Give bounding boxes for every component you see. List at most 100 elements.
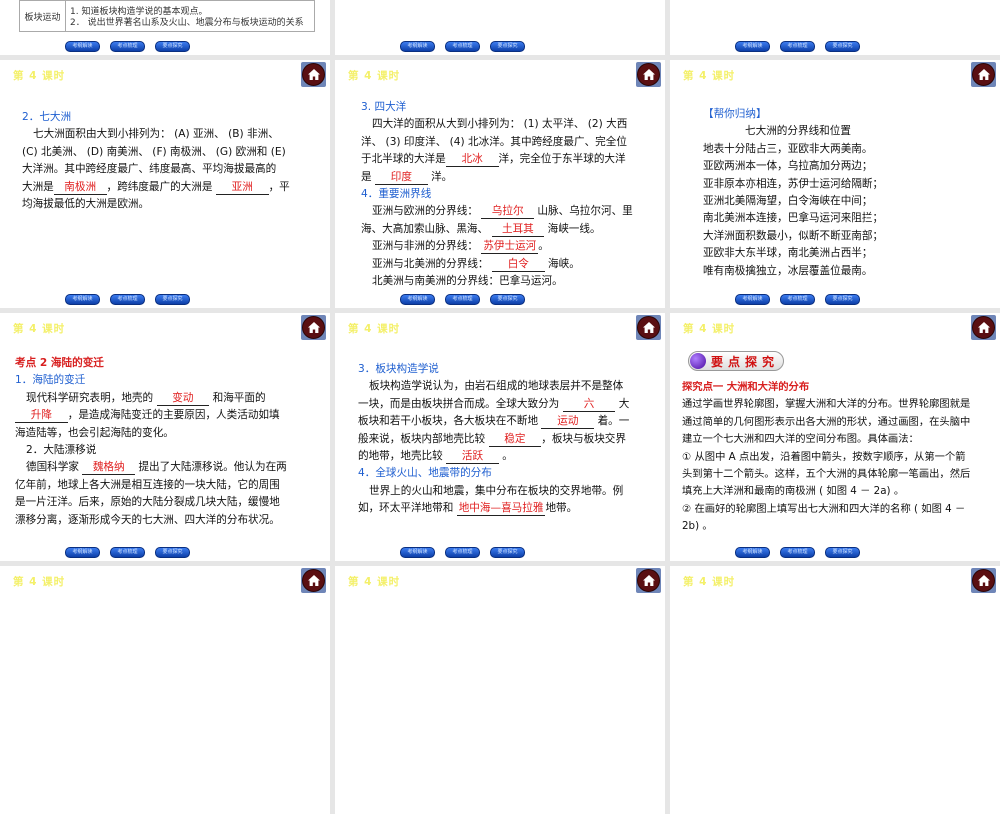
text-segment: 亚欧两洲本一体，乌拉高加分两边；	[703, 160, 873, 173]
slide-key-points[interactable]: 要点探究 探究点一 大洲和大洋的分布 通过学画世界轮廓图，掌握大洲和大洋的分布。世…	[670, 313, 1000, 561]
answer-blank: 南极洲	[53, 181, 107, 195]
slide-bottom-3[interactable]: 第 4 课时	[670, 566, 1000, 814]
section-heading: 考点 2 海陆的变迁	[15, 355, 325, 372]
slide-oceans[interactable]: 3. 四大洋四大洋的面积从大到小排列为： (1) 太平洋、 (2) 大西洋、 (…	[335, 60, 665, 308]
text-line: 一块，而是由板块拼合而成。全球大致分为 六 大	[358, 396, 658, 413]
text-segment: 板块和若干小板块，各大板块在不断地	[358, 415, 542, 428]
answer-blank: 乌拉尔	[481, 205, 535, 220]
nav-button-1[interactable]: 考纲解读	[735, 294, 770, 305]
nav-button-3[interactable]: 要点探究	[490, 294, 525, 305]
text-segment: 通过学画世界轮廓图，掌握大洲和大洋的分布。世界轮廓图就是	[682, 398, 971, 411]
home-icon	[302, 63, 325, 86]
nav-button-1[interactable]: 考纲解读	[735, 41, 770, 52]
home-button[interactable]	[636, 568, 661, 593]
home-icon	[637, 569, 660, 592]
section-heading: 4．重要洲界线	[361, 186, 661, 203]
nav-button-1[interactable]: 考纲解读	[65, 547, 100, 558]
nav-button-2[interactable]: 考点梳理	[780, 547, 815, 558]
home-button[interactable]	[301, 62, 326, 87]
text-segment: 山脉、乌拉尔河、里	[534, 205, 633, 218]
section-heading: 【帮你归纳】	[703, 106, 893, 123]
slide-content: 3．板块构造学说板块构造学说认为，由岩石组成的地球表层并不是整体一块，而是由板块…	[358, 361, 658, 518]
text-segment: ① 从图中 A 点出发，沿着图中箭头，按数字顺序，从第一个箭	[682, 450, 966, 463]
slide-plate-tectonics[interactable]: 3．板块构造学说板块构造学说认为，由岩石组成的地球表层并不是整体一块，而是由板块…	[335, 313, 665, 561]
nav-button-3[interactable]: 要点探究	[490, 41, 525, 52]
text-segment: 亚洲与欧洲的分界线：	[372, 205, 482, 218]
answer-blank: 北冰	[445, 153, 499, 168]
text-line: ② 在画好的轮廓图上填写出七大洲和四大洋的名称 ( 如图 4 －	[682, 501, 997, 518]
text-segment: 四大洋的面积从大到小排列为： (1) 太平洋、 (2) 大西	[372, 118, 628, 131]
text-segment: 洋、 (3) 印度洋、 (4) 北冰洋。其中跨经度最广、完全位	[361, 135, 627, 148]
text-segment: 地表十分陆占三，亚欧非大两美南。	[703, 142, 873, 155]
text-line: 七大洲面积由大到小排列为： (A) 亚洲、 (B) 非洲、	[22, 126, 322, 143]
home-icon	[972, 316, 995, 339]
slide-land-sea-change[interactable]: 考点 2 海陆的变迁 1．海陆的变迁 现代科学研究表明，地壳的 变动 和海平面的升…	[0, 313, 330, 561]
nav-button-2[interactable]: 考点梳理	[110, 294, 145, 305]
home-button[interactable]	[301, 315, 326, 340]
nav-button-1[interactable]: 考纲解读	[400, 294, 435, 305]
text-line: 亚非原本亦相连，苏伊士运河给隔断；	[703, 176, 893, 193]
nav-button-2[interactable]: 考点梳理	[110, 41, 145, 52]
nav-button-2[interactable]: 考点梳理	[780, 294, 815, 305]
home-button[interactable]	[301, 568, 326, 593]
nav-button-1[interactable]: 考纲解读	[400, 547, 435, 558]
slide-content: 2．七大洲 七大洲面积由大到小排列为： (A) 亚洲、 (B) 非洲、 (C) 北美…	[22, 109, 322, 213]
text-segment: 大洋洲面积数最小，似断不断亚南部；	[703, 229, 884, 242]
nav-button-1[interactable]: 考纲解读	[65, 294, 100, 305]
home-button[interactable]	[636, 315, 661, 340]
nav-button-2[interactable]: 考点梳理	[445, 41, 480, 52]
slide-summary[interactable]: 【帮你归纳】七大洲的分界线和位置地表十分陆占三，亚欧非大两美南。 亚欧两洲本一体，…	[670, 60, 1000, 308]
slide-bottom-1[interactable]: 第 4 课时	[0, 566, 330, 814]
nav-button-1[interactable]: 考纲解读	[400, 41, 435, 52]
text-segment: 一块，而是由板块拼合而成。全球大致分为	[358, 397, 563, 410]
nav-button-2[interactable]: 考点梳理	[110, 547, 145, 558]
nav-button-2[interactable]: 考点梳理	[780, 41, 815, 52]
nav-button-3[interactable]: 要点探究	[490, 547, 525, 558]
home-button[interactable]	[971, 62, 996, 87]
home-button[interactable]	[636, 62, 661, 87]
nav-button-1[interactable]: 考纲解读	[65, 41, 100, 52]
text-segment: 是	[361, 170, 375, 183]
nav-button-3[interactable]: 要点探究	[155, 41, 190, 52]
text-segment: 3. 四大洋	[361, 101, 407, 113]
text-segment: 唯有南极擒独立，冰层覆盖位最南。	[703, 264, 873, 277]
slide-top-1: 板块运动 1. 知道板块构造学说的基本观点。 2． 说出世界著名山系及火山、地震…	[0, 0, 330, 55]
text-line: 如，环太平洋地带和 地中海—喜马拉雅 地带。	[358, 500, 658, 517]
text-segment: 是一片汪洋。后来，原始的大陆分裂成几块大陆，缓慢地	[15, 496, 280, 509]
text-segment: 。	[498, 449, 513, 462]
nav-button-2[interactable]: 考点梳理	[445, 294, 480, 305]
text-segment: 3．板块构造学说	[358, 363, 439, 375]
text-segment: 亚洲与北美洲的分界线：	[372, 257, 492, 270]
nav-button-3[interactable]: 要点探究	[155, 294, 190, 305]
nav-button-2[interactable]: 考点梳理	[445, 547, 480, 558]
home-icon	[302, 316, 325, 339]
slide-title: 第 4 课时	[348, 576, 401, 588]
text-segment: 板块构造学说认为，由岩石组成的地球表层并不是整体	[369, 380, 624, 393]
text-line: 的地带，地壳比较 活跃 。	[358, 448, 658, 465]
slide-title: 第 4 课时	[13, 576, 66, 588]
text-segment: 现代科学研究表明，地壳的	[26, 391, 157, 404]
text-line: 洋、 (3) 印度洋、 (4) 北冰洋。其中跨经度最广、完全位	[361, 134, 661, 151]
text-segment: 七大洲的分界线和位置	[745, 125, 851, 138]
slide-continents[interactable]: 2．七大洲 七大洲面积由大到小排列为： (A) 亚洲、 (B) 非洲、 (C) 北美…	[0, 60, 330, 308]
text-line: 漂移分离，逐渐形成今天的七大洲、四大洋的分布状况。	[15, 512, 325, 529]
text-line: 亚欧两洲本一体，乌拉高加分两边；	[703, 158, 893, 175]
section-heading: 3．板块构造学说	[358, 361, 658, 378]
text-line: 升降 ，是造成海陆变迁的主要原因，人类活动如填	[15, 407, 325, 424]
home-button[interactable]	[971, 568, 996, 593]
slide-bottom-2[interactable]: 第 4 课时	[335, 566, 665, 814]
text-segment: 大洋洲。其中跨经度最广、纬度最高、平均海拔最高的	[22, 163, 277, 176]
nav-button-3[interactable]: 要点探究	[155, 547, 190, 558]
nav-button-3[interactable]: 要点探究	[825, 294, 860, 305]
home-button[interactable]	[971, 315, 996, 340]
nav-button-1[interactable]: 考纲解读	[735, 547, 770, 558]
nav-button-3[interactable]: 要点探究	[825, 547, 860, 558]
nav-button-3[interactable]: 要点探究	[825, 41, 860, 52]
slide-title: 第 4 课时	[348, 323, 401, 335]
text-line: 四大洋的面积从大到小排列为： (1) 太平洋、 (2) 大西	[361, 116, 661, 133]
text-line: 板块和若干小板块，各大板块在不断地 运动 着。一	[358, 413, 658, 430]
answer-blank: 地中海—喜马拉雅	[456, 502, 546, 517]
text-line: 亚洲与欧洲的分界线： 乌拉尔 山脉、乌拉尔河、里	[361, 203, 661, 220]
text-line: 板块构造学说认为，由岩石组成的地球表层并不是整体	[358, 378, 658, 395]
text-line: 北美洲与南美洲的分界线：巴拿马运河。	[361, 273, 661, 290]
